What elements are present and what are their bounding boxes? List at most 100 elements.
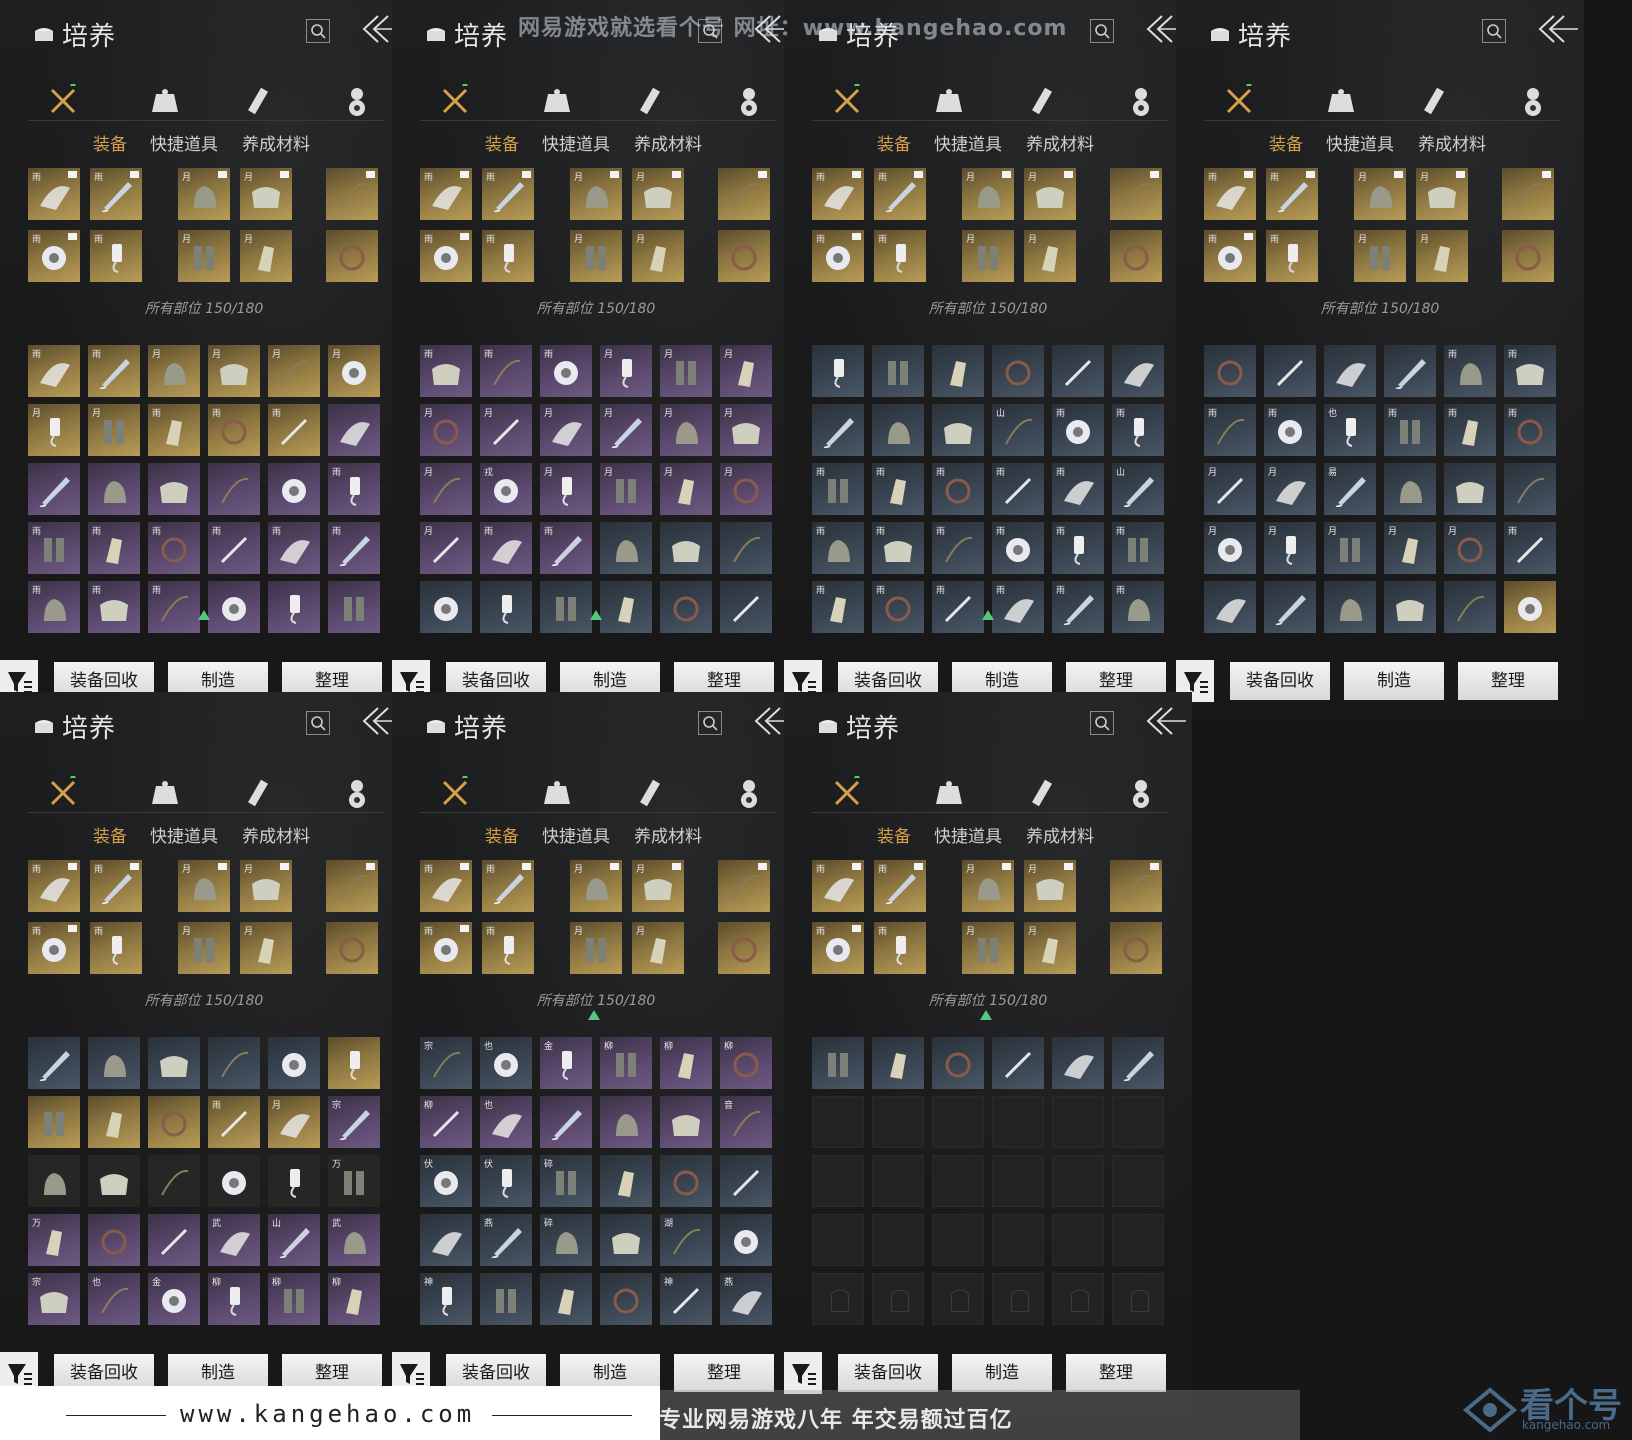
inventory-item[interactable]: 神 [420, 1273, 472, 1325]
equipped-slot[interactable]: 雨 [482, 230, 534, 282]
inventory-item[interactable]: 柳 [660, 1037, 712, 1089]
category-equipment-tab[interactable] [830, 772, 864, 810]
inventory-item[interactable]: 月 [1264, 522, 1316, 574]
sort-button[interactable]: 整理 [674, 1354, 774, 1392]
category-consumables-tab[interactable] [932, 776, 966, 810]
inventory-item[interactable] [28, 463, 80, 515]
inventory-item[interactable] [480, 1273, 532, 1325]
inventory-item[interactable]: 雨 [1052, 522, 1104, 574]
subtab-1[interactable]: 快捷道具 [542, 822, 610, 847]
equipped-slot[interactable]: 月 [178, 860, 230, 912]
inventory-item[interactable] [540, 581, 592, 633]
inventory-item[interactable] [600, 1155, 652, 1207]
inventory-item[interactable] [148, 1037, 200, 1089]
equipped-slot[interactable]: 月 [240, 922, 292, 974]
inventory-item[interactable]: 金 [148, 1273, 200, 1325]
inventory-item[interactable]: 雨 [268, 404, 320, 456]
inventory-item[interactable] [540, 1273, 592, 1325]
inventory-item[interactable]: 雨 [208, 1096, 260, 1148]
inventory-item[interactable]: 雨 [1504, 522, 1556, 574]
inventory-item[interactable]: 雨 [932, 581, 984, 633]
inventory-item[interactable]: 雨 [88, 522, 140, 574]
equipped-slot[interactable] [1110, 230, 1162, 282]
category-materials-tab[interactable] [1516, 84, 1550, 118]
inventory-item[interactable]: 雨 [148, 404, 200, 456]
inventory-item[interactable]: 月 [88, 404, 140, 456]
inventory-item[interactable] [720, 1155, 772, 1207]
equipped-slot[interactable] [326, 168, 378, 220]
inventory-item[interactable] [720, 581, 772, 633]
inventory-item[interactable] [932, 404, 984, 456]
subtab-2[interactable]: 养成材料 [242, 822, 310, 847]
inventory-item[interactable]: 雨 [540, 522, 592, 574]
inventory-item[interactable]: 月 [1444, 522, 1496, 574]
inventory-item[interactable] [600, 1214, 652, 1266]
category-scroll-tab[interactable] [634, 84, 668, 118]
inventory-item[interactable] [1324, 345, 1376, 397]
category-equipment-tab[interactable] [438, 80, 472, 118]
inventory-item[interactable] [1112, 1037, 1164, 1089]
category-materials-tab[interactable] [732, 84, 766, 118]
inventory-item[interactable]: 雨 [28, 522, 80, 574]
inventory-item[interactable] [1324, 581, 1376, 633]
inventory-item[interactable]: 雨 [268, 522, 320, 574]
category-equipment-tab[interactable] [438, 772, 472, 810]
inventory-item[interactable] [660, 522, 712, 574]
inventory-item[interactable]: 雨 [872, 463, 924, 515]
inventory-item[interactable]: 月 [1324, 522, 1376, 574]
filter-button[interactable] [784, 1352, 822, 1394]
category-consumables-tab[interactable] [540, 776, 574, 810]
equipped-slot[interactable] [718, 168, 770, 220]
equipped-slot[interactable]: 月 [1416, 168, 1468, 220]
search-button[interactable] [1090, 19, 1114, 43]
inventory-item[interactable]: 雨 [420, 345, 472, 397]
equipped-slot[interactable]: 雨 [482, 860, 534, 912]
subtab-0[interactable]: 装备 [877, 130, 911, 155]
equipped-slot[interactable]: 雨 [90, 860, 142, 912]
equipped-slot[interactable]: 月 [240, 230, 292, 282]
inventory-item[interactable]: 月 [268, 1096, 320, 1148]
inventory-item[interactable]: 月 [600, 404, 652, 456]
inventory-item[interactable]: 雨 [812, 463, 864, 515]
equipped-slot[interactable] [1502, 168, 1554, 220]
inventory-item[interactable]: 宗 [328, 1096, 380, 1148]
subtab-2[interactable]: 养成材料 [242, 130, 310, 155]
inventory-item[interactable]: 也 [88, 1273, 140, 1325]
inventory-item[interactable]: 也 [480, 1037, 532, 1089]
equipped-slot[interactable] [1110, 922, 1162, 974]
inventory-item[interactable]: 雨 [812, 522, 864, 574]
inventory-item[interactable] [1112, 345, 1164, 397]
inventory-item[interactable] [660, 1096, 712, 1148]
equipped-slot[interactable]: 月 [632, 168, 684, 220]
inventory-item[interactable]: 月 [1204, 522, 1256, 574]
inventory-item[interactable] [1384, 581, 1436, 633]
equipped-slot[interactable]: 月 [178, 168, 230, 220]
equipped-slot[interactable]: 雨 [482, 922, 534, 974]
inventory-item[interactable] [1204, 581, 1256, 633]
equipped-slot[interactable]: 雨 [1204, 230, 1256, 282]
inventory-item[interactable] [328, 1037, 380, 1089]
inventory-item[interactable]: 月 [540, 404, 592, 456]
inventory-item[interactable]: 雨 [88, 345, 140, 397]
equipped-slot[interactable]: 雨 [90, 168, 142, 220]
inventory-item[interactable]: 雨 [1052, 581, 1104, 633]
category-materials-tab[interactable] [732, 776, 766, 810]
inventory-item[interactable] [28, 1037, 80, 1089]
inventory-item[interactable]: 雨 [1504, 404, 1556, 456]
inventory-item[interactable]: 月 [720, 345, 772, 397]
inventory-item[interactable] [88, 1214, 140, 1266]
inventory-item[interactable]: 宗 [28, 1273, 80, 1325]
equipped-slot[interactable]: 雨 [1266, 230, 1318, 282]
inventory-item[interactable]: 雨 [1112, 404, 1164, 456]
inventory-item[interactable] [872, 345, 924, 397]
back-button[interactable] [1142, 704, 1186, 738]
subtab-1[interactable]: 快捷道具 [150, 822, 218, 847]
inventory-item[interactable] [148, 1155, 200, 1207]
inventory-item[interactable]: 雨 [992, 522, 1044, 574]
equipped-slot[interactable]: 月 [570, 922, 622, 974]
inventory-item[interactable]: 月 [600, 345, 652, 397]
inventory-item[interactable]: 雨 [1264, 404, 1316, 456]
subtab-0[interactable]: 装备 [93, 822, 127, 847]
inventory-item[interactable] [812, 404, 864, 456]
equipped-slot[interactable]: 月 [1024, 230, 1076, 282]
